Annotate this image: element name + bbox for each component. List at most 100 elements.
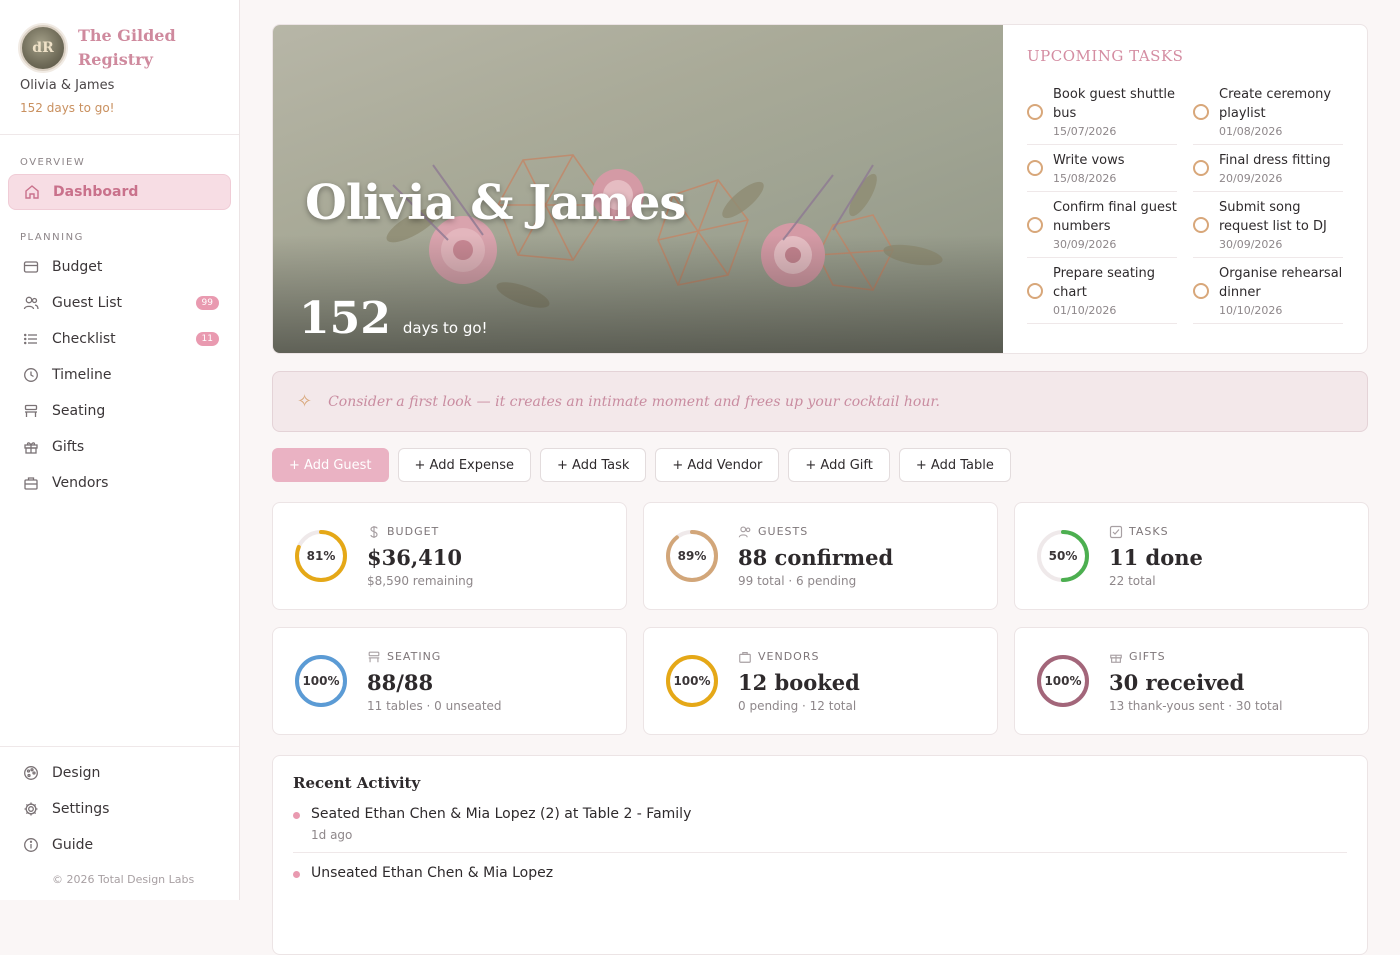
- tip-text: Consider a first look — it creates an in…: [328, 393, 940, 410]
- sidebar-item-label: Guide: [52, 837, 94, 853]
- users-icon: [738, 525, 752, 539]
- nav-heading-planning: PLANNING: [20, 232, 84, 243]
- guest-count-badge: 99: [195, 296, 219, 310]
- task-date: 15/08/2026: [1053, 172, 1117, 185]
- sidebar-item-label: Gifts: [52, 439, 85, 455]
- stat-card-tasks[interactable]: 50% TASKS 11 done 22 total: [1014, 502, 1369, 610]
- task-checkbox-icon[interactable]: [1027, 160, 1043, 176]
- task-checkbox-icon[interactable]: [1193, 282, 1209, 299]
- stat-value: 30 received: [1109, 669, 1245, 695]
- activity-item: Seated Ethan Chen & Mia Lopez (2) at Tab…: [293, 806, 1347, 853]
- stat-card-guests[interactable]: 89% GUESTS 88 confirmed 99 total · 6 pen…: [643, 502, 998, 610]
- stat-label-text: GUESTS: [758, 525, 809, 538]
- stat-label: TASKS: [1109, 525, 1203, 539]
- clock-icon: [22, 366, 40, 384]
- sidebar-item-checklist[interactable]: Checklist 11: [8, 321, 231, 357]
- stat-label-text: VENDORS: [758, 650, 820, 663]
- sparkle-icon: ✧: [297, 391, 313, 412]
- task-checkbox-icon[interactable]: [1193, 216, 1209, 233]
- add-gift-button[interactable]: + Add Gift: [788, 448, 890, 482]
- progress-percent: 100%: [1044, 674, 1082, 688]
- task-name: Prepare seating chart: [1053, 266, 1156, 300]
- task-name: Create ceremony playlist: [1219, 87, 1332, 121]
- hero-days-text: days to go!: [402, 319, 488, 337]
- sidebar-item-timeline[interactable]: Timeline: [8, 357, 231, 393]
- home-icon: [23, 183, 41, 201]
- stat-card-budget[interactable]: 81% BUDGET $36,410 $8,590 remaining: [272, 502, 627, 610]
- add-guest-button[interactable]: + Add Guest: [272, 448, 389, 482]
- stat-subtext: 13 thank-yous sent · 30 total: [1109, 698, 1283, 713]
- briefcase-icon: [22, 474, 40, 492]
- sidebar-item-dashboard[interactable]: Dashboard: [8, 174, 231, 210]
- main-content: Olivia & James 152 days to go! UPCOMING …: [272, 24, 1369, 955]
- list-icon: [22, 330, 40, 348]
- tip-banner: ✧ Consider a first look — it creates an …: [272, 371, 1368, 432]
- add-task-button[interactable]: + Add Task: [540, 448, 647, 482]
- couple-names: Olivia & James: [20, 78, 115, 93]
- sidebar-item-guest-list[interactable]: Guest List 99: [8, 285, 231, 321]
- task-item[interactable]: Confirm final guest numbers 30/09/2026: [1027, 192, 1177, 258]
- task-checkbox-icon[interactable]: [1027, 282, 1043, 299]
- task-date: 30/09/2026: [1053, 238, 1117, 251]
- nav-overview: OVERVIEW Dashboard: [0, 135, 239, 210]
- task-checkbox-icon[interactable]: [1027, 216, 1043, 233]
- task-name: Confirm final guest numbers: [1053, 200, 1177, 234]
- task-item[interactable]: Book guest shuttle bus 15/07/2026: [1027, 79, 1177, 145]
- progress-ring: 100%: [1035, 653, 1091, 709]
- stat-label: GUESTS: [738, 525, 893, 539]
- add-vendor-button[interactable]: + Add Vendor: [655, 448, 780, 482]
- activity-text: Seated Ethan Chen & Mia Lopez (2) at Tab…: [311, 806, 692, 822]
- task-item[interactable]: Create ceremony playlist 01/08/2026: [1193, 79, 1343, 145]
- brand-title[interactable]: The Gilded Registry: [78, 24, 198, 72]
- brand-logo[interactable]: dR: [20, 25, 66, 71]
- progress-ring: 81%: [293, 528, 349, 584]
- task-checkbox-icon[interactable]: [1193, 160, 1209, 176]
- stat-subtext: 0 pending · 12 total: [738, 698, 857, 713]
- sidebar-item-settings[interactable]: Settings: [8, 791, 231, 827]
- task-item[interactable]: Submit song request list to DJ 30/09/2026: [1193, 192, 1343, 258]
- task-checkbox-icon[interactable]: [1027, 103, 1043, 120]
- sidebar-item-label: Settings: [52, 801, 110, 817]
- stat-subtext: 99 total · 6 pending: [738, 573, 857, 588]
- task-item[interactable]: Final dress fitting 20/09/2026: [1193, 145, 1343, 192]
- sidebar-item-design[interactable]: Design: [8, 755, 231, 791]
- recent-activity-panel: Recent Activity Seated Ethan Chen & Mia …: [272, 755, 1368, 955]
- sidebar-item-vendors[interactable]: Vendors: [8, 465, 231, 501]
- stat-subtext: 22 total: [1109, 573, 1156, 588]
- nav-planning: PLANNING Budget Guest List 99 Checklist …: [0, 210, 239, 501]
- sidebar-item-label: Checklist: [52, 331, 116, 347]
- stat-value: 12 booked: [738, 669, 860, 695]
- sidebar-item-label: Guest List: [52, 295, 123, 311]
- task-name: Organise rehearsal dinner: [1219, 266, 1343, 300]
- info-icon: [22, 836, 40, 854]
- task-item[interactable]: Organise rehearsal dinner 10/10/2026: [1193, 258, 1343, 324]
- stat-card-seating[interactable]: 100% SEATING 88/88 11 tables · 0 unseate…: [272, 627, 627, 735]
- stat-label: VENDORS: [738, 650, 860, 664]
- stat-card-vendors[interactable]: 100% VENDORS 12 booked 0 pending · 12 to…: [643, 627, 998, 735]
- progress-ring: 100%: [664, 653, 720, 709]
- task-checkbox-icon[interactable]: [1193, 103, 1209, 120]
- hero-countdown: 152 days to go!: [299, 293, 488, 344]
- quick-actions: + Add Guest + Add Expense + Add Task + A…: [272, 448, 1368, 482]
- task-date: 20/09/2026: [1219, 172, 1283, 185]
- progress-percent: 50%: [1048, 549, 1078, 563]
- chair-icon: [367, 650, 381, 664]
- stat-label: BUDGET: [367, 525, 473, 539]
- task-item[interactable]: Write vows 15/08/2026: [1027, 145, 1177, 192]
- gift-icon: [1109, 650, 1123, 664]
- upcoming-tasks-panel: UPCOMING TASKS Book guest shuttle bus 15/…: [1003, 25, 1367, 353]
- palette-icon: [22, 764, 40, 782]
- add-expense-button[interactable]: + Add Expense: [397, 448, 532, 482]
- sidebar-item-budget[interactable]: Budget: [8, 249, 231, 285]
- progress-percent: 100%: [302, 674, 340, 688]
- task-item[interactable]: Prepare seating chart 01/10/2026: [1027, 258, 1177, 324]
- sidebar-item-label: Seating: [52, 403, 106, 419]
- activity-dot-icon: [293, 812, 300, 819]
- sidebar-item-guide[interactable]: Guide: [8, 827, 231, 863]
- users-icon: [22, 294, 40, 312]
- sidebar-item-seating[interactable]: Seating: [8, 393, 231, 429]
- stat-card-gifts[interactable]: 100% GIFTS 30 received 13 thank-yous sen…: [1014, 627, 1369, 735]
- sidebar-item-gifts[interactable]: Gifts: [8, 429, 231, 465]
- task-date: 30/09/2026: [1219, 238, 1283, 251]
- add-table-button[interactable]: + Add Table: [898, 448, 1011, 482]
